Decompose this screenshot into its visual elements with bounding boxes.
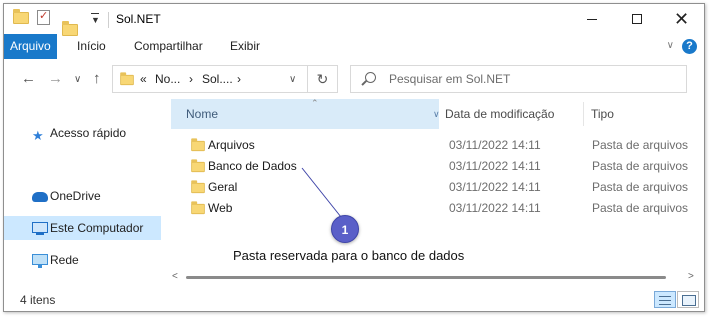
up-icon[interactable]: ↑ xyxy=(93,70,101,87)
tab-arquivo[interactable]: Arquivo xyxy=(4,34,57,59)
sidebar-item-label: Rede xyxy=(50,253,79,267)
search-icon xyxy=(365,72,376,83)
help-icon[interactable]: ? xyxy=(682,39,697,54)
tab-exibir[interactable]: Exibir xyxy=(230,34,260,59)
ribbon-tabs: Arquivo Início Compartilhar Exibir ∨ ? xyxy=(4,34,704,59)
search-placeholder: Pesquisar em Sol.NET xyxy=(389,72,511,86)
breadcrumb-separator-icon[interactable]: › xyxy=(237,72,241,86)
title-separator xyxy=(108,12,109,28)
tab-compartilhar[interactable]: Compartilhar xyxy=(134,34,203,59)
refresh-icon: ↻ xyxy=(316,71,329,87)
properties-button[interactable] xyxy=(37,9,50,25)
navigation-pane: ★ Acesso rápido OneDrive Este Computador… xyxy=(4,99,164,284)
breadcrumb-item[interactable]: No... xyxy=(155,72,180,86)
breadcrumb-overflow[interactable]: « xyxy=(140,72,147,86)
cloud-icon xyxy=(32,192,48,202)
sidebar-item-rede[interactable]: Rede xyxy=(4,248,161,272)
breadcrumb-item[interactable]: Sol.... xyxy=(202,72,233,86)
scroll-left-icon[interactable]: < xyxy=(172,271,178,282)
callout-badge: 1 xyxy=(331,215,359,243)
back-icon[interactable]: ← xyxy=(21,70,36,87)
scroll-right-icon[interactable]: > xyxy=(688,271,694,282)
address-dropdown-icon[interactable]: ∨ xyxy=(289,74,296,85)
computer-icon xyxy=(32,222,48,235)
explorer-window: ▼ Sol.NET ✕ Arquivo Início Compartilhar … xyxy=(3,3,705,312)
breadcrumb-separator-icon[interactable]: › xyxy=(189,72,193,86)
recent-locations-icon[interactable]: ∨ xyxy=(74,74,81,85)
annotation-text: Pasta reservada para o banco de dados xyxy=(233,248,465,263)
address-bar[interactable]: « No... › Sol.... › ∨ xyxy=(112,65,308,93)
navigation-bar: ← → ∨ ↑ « No... › Sol.... › ∨ ↻ Pesquisa… xyxy=(4,59,704,99)
horizontal-scrollbar[interactable]: < > xyxy=(170,269,700,286)
sidebar-item-label: OneDrive xyxy=(50,189,101,203)
checklist-icon xyxy=(37,9,50,25)
sidebar-item-label: Este Computador xyxy=(50,221,144,235)
network-icon xyxy=(32,254,48,268)
forward-icon[interactable]: → xyxy=(48,70,63,87)
scroll-thumb[interactable] xyxy=(186,276,666,279)
folder-icon xyxy=(13,9,29,24)
star-icon: ★ xyxy=(32,128,44,143)
minimize-button[interactable] xyxy=(569,4,614,34)
search-box[interactable]: Pesquisar em Sol.NET xyxy=(350,65,687,93)
expand-ribbon-icon[interactable]: ∨ xyxy=(667,40,674,51)
tab-inicio[interactable]: Início xyxy=(77,34,106,59)
maximize-icon xyxy=(631,14,642,24)
quick-access-dropdown-icon[interactable]: ▼ xyxy=(91,13,100,25)
sidebar-item-onedrive[interactable]: OneDrive xyxy=(4,184,161,208)
file-list: ⌃ Nome ∨ Data de modificação Tipo Arquiv… xyxy=(165,98,704,284)
large-icons-view-icon[interactable] xyxy=(677,291,699,308)
window-title: Sol.NET xyxy=(116,12,161,26)
close-icon: ✕ xyxy=(673,9,690,29)
title-bar: ▼ Sol.NET ✕ xyxy=(4,4,704,36)
maximize-button[interactable] xyxy=(614,4,659,34)
sidebar-item-label: Acesso rápido xyxy=(50,126,127,140)
close-button[interactable]: ✕ xyxy=(659,4,704,34)
sidebar-item-acesso-rapido[interactable]: ★ Acesso rápido xyxy=(4,121,161,145)
sidebar-item-este-computador[interactable]: Este Computador xyxy=(4,216,161,240)
minimize-icon xyxy=(586,18,597,20)
address-folder-icon xyxy=(120,72,134,86)
details-view-icon[interactable] xyxy=(654,291,676,308)
item-count: 4 itens xyxy=(20,293,56,307)
status-bar: 4 itens xyxy=(4,286,704,311)
